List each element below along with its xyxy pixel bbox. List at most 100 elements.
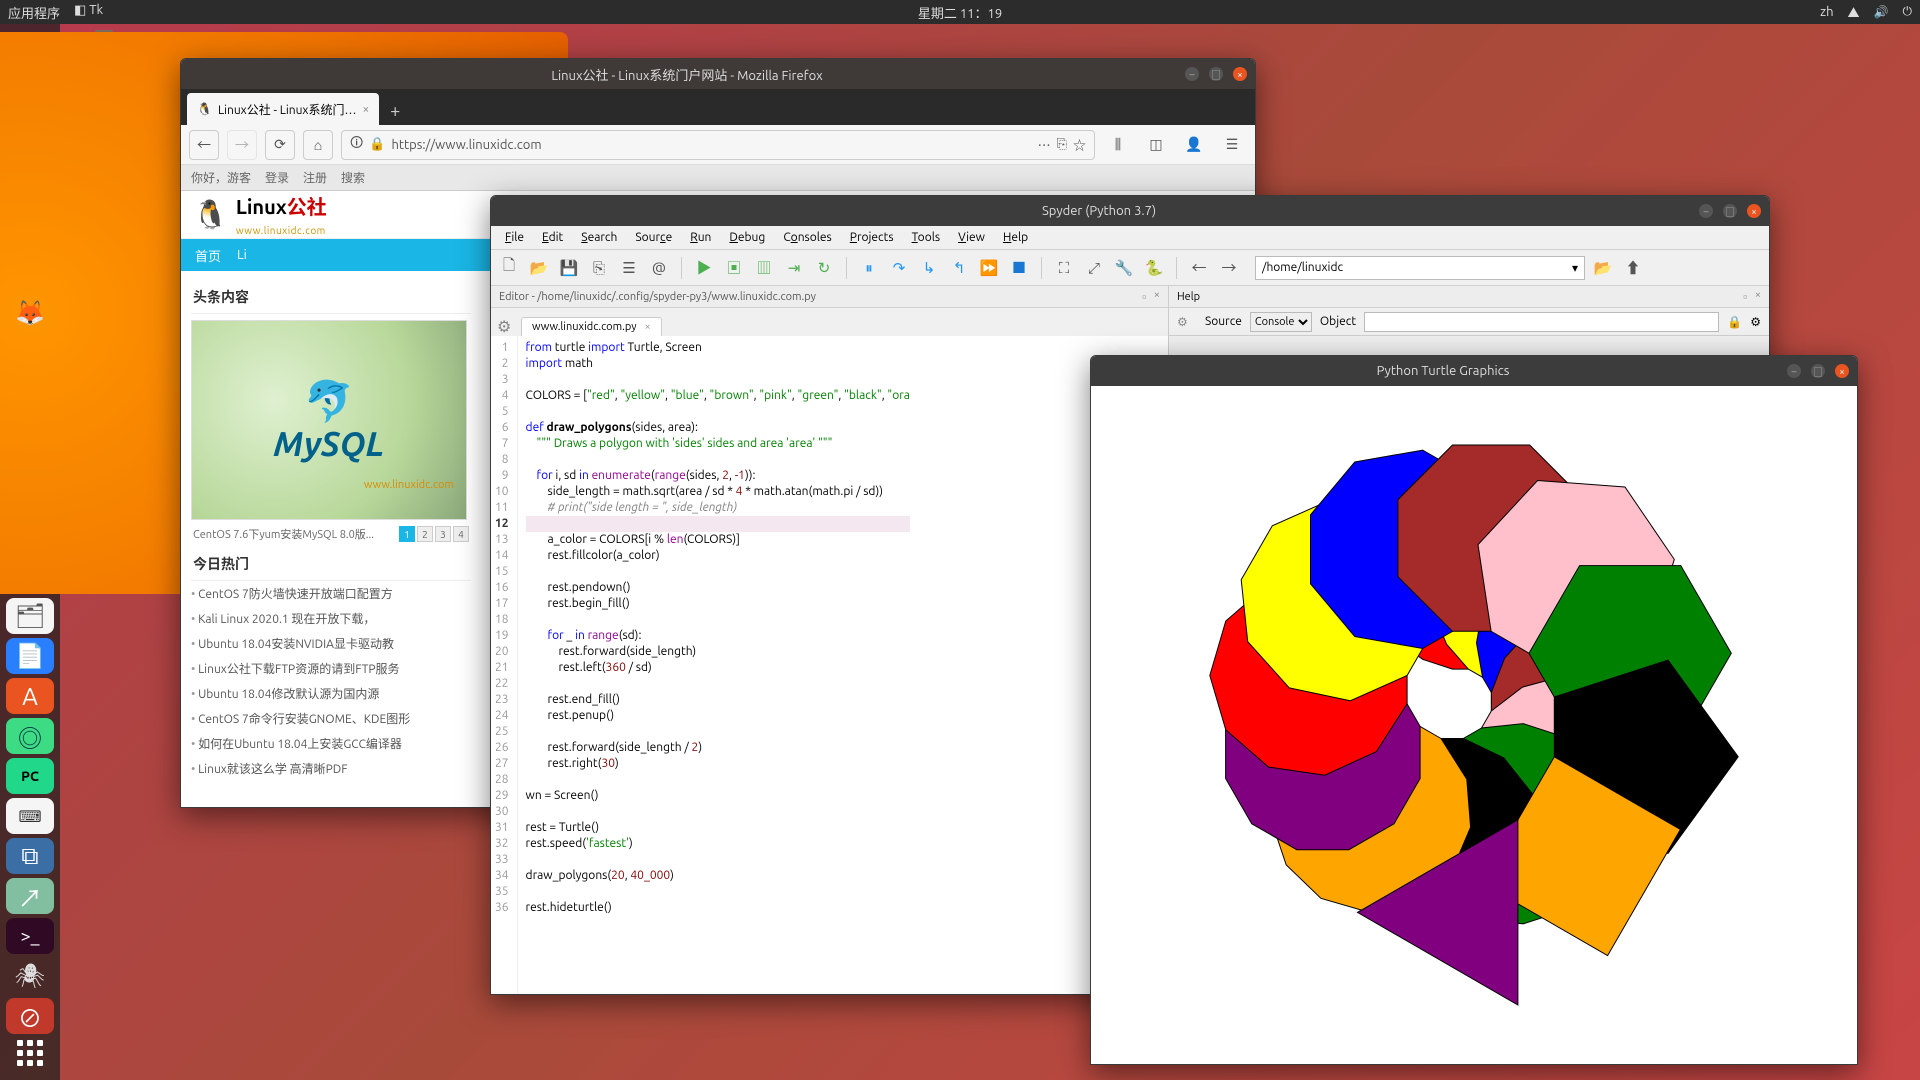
step-over-icon[interactable]: ↷ (887, 256, 911, 280)
menu-icon[interactable]: ☰ (1217, 130, 1247, 160)
maximize-pane-icon[interactable]: ⛶ (1052, 256, 1076, 280)
reload-button[interactable]: ⟳ (265, 130, 295, 160)
close-button[interactable]: × (1233, 67, 1247, 81)
account-icon[interactable]: 👤 (1179, 130, 1209, 160)
save-icon[interactable]: 💾 (557, 256, 581, 280)
hot-link[interactable]: CentOS 7防火墙快速开放端口配置方 (191, 581, 471, 606)
dock-onboard-icon[interactable]: ⌨ (6, 798, 54, 834)
panel-apps[interactable]: 应用程序 (8, 3, 60, 22)
maximize-button[interactable]: □ (1723, 204, 1737, 218)
home-button[interactable]: ⌂ (303, 130, 333, 160)
file-tab-close-icon[interactable]: × (645, 321, 651, 333)
panel-tk-indicator[interactable]: ◧ Tk (74, 3, 103, 22)
menu-file[interactable]: File (497, 229, 532, 246)
run-selection-icon[interactable]: ⇥ (782, 256, 806, 280)
menu-consoles[interactable]: Consoles (775, 229, 839, 246)
minimize-button[interactable]: – (1185, 67, 1199, 81)
dock-screenshot-icon[interactable]: ⧉ (6, 838, 54, 874)
pane-close-icon[interactable]: × (1154, 289, 1160, 305)
hot-link[interactable]: Linux公社下载FTP资源的请到FTP服务 (191, 656, 471, 681)
python-path-icon[interactable]: 🐍 (1142, 256, 1166, 280)
menu-debug[interactable]: Debug (721, 229, 773, 246)
menu-help[interactable]: Help (995, 229, 1036, 246)
library-icon[interactable]: ⫼ (1103, 130, 1133, 160)
parent-dir-icon[interactable]: ⬆ (1621, 256, 1645, 280)
back-button[interactable]: ← (189, 130, 219, 160)
hot-link[interactable]: Ubuntu 18.04安装NVIDIA显卡驱动教 (191, 631, 471, 656)
save-all-icon[interactable]: ⎘ (587, 256, 611, 280)
power-icon[interactable]: ⏻ (1903, 5, 1913, 19)
reader-icon[interactable]: ⎘ (1057, 137, 1067, 152)
new-file-icon[interactable]: 🗋 (497, 256, 521, 280)
maximize-button[interactable]: □ (1811, 364, 1825, 378)
panel-lang[interactable]: zh (1820, 5, 1833, 19)
sec-link[interactable]: 搜索 (341, 169, 365, 186)
code-editor[interactable]: 1234567891011121314151617181920212223242… (491, 336, 1168, 994)
menu-search[interactable]: Search (573, 229, 625, 246)
sound-icon[interactable]: 🔊 (1874, 5, 1889, 19)
turtle-titlebar[interactable]: Python Turtle Graphics – □ × (1091, 356, 1857, 386)
help-gear-icon[interactable]: ⚙ (1750, 315, 1761, 329)
hot-link[interactable]: Kali Linux 2020.1 现在开放下载， (191, 606, 471, 631)
file-tab[interactable]: www.linuxidc.com.py × (521, 317, 662, 336)
run-cell-advance-icon[interactable]: ▥ (752, 256, 776, 280)
menu-projects[interactable]: Projects (842, 229, 902, 246)
forward-button[interactable]: → (227, 130, 257, 160)
firefox-tab[interactable]: 🐧 Linux公社 - Linux系统门… × (187, 93, 379, 125)
dock-terminal-icon[interactable]: >_ (6, 918, 54, 954)
pager-item[interactable]: 1 (399, 526, 415, 542)
panel-clock[interactable]: 星期二 11：19 (918, 3, 1002, 22)
hot-link[interactable]: Linux就该这么学 高清晰PDF (191, 756, 471, 781)
close-button[interactable]: × (1747, 204, 1761, 218)
preferences-icon[interactable]: 🔧 (1112, 256, 1136, 280)
dock-android-studio-icon[interactable]: ◎ (6, 718, 54, 754)
rerun-icon[interactable]: ↻ (812, 256, 836, 280)
page-actions-icon[interactable]: ⋯ (1038, 135, 1051, 154)
sec-link[interactable]: 注册 (303, 169, 327, 186)
minimize-button[interactable]: – (1787, 364, 1801, 378)
pager-item[interactable]: 3 (435, 526, 451, 542)
pager-item[interactable]: 2 (417, 526, 433, 542)
dock-writer-icon[interactable]: 📄 (6, 638, 54, 674)
dock-blocked-icon[interactable]: ⊘ (6, 998, 54, 1034)
fullscreen-icon[interactable]: ⤢ (1082, 256, 1106, 280)
nav-link[interactable]: Li (237, 248, 247, 262)
new-tab-button[interactable]: + (381, 97, 409, 125)
menu-source[interactable]: Source (627, 229, 680, 246)
minimize-button[interactable]: – (1699, 204, 1713, 218)
cwd-back-icon[interactable]: ← (1187, 256, 1211, 280)
dock-files-icon[interactable]: 🗂 (6, 598, 54, 634)
nav-link[interactable]: 首页 (195, 246, 221, 265)
dock-spider-icon[interactable]: 🕷 (6, 958, 54, 994)
bookmark-star-icon[interactable]: ☆ (1073, 135, 1086, 154)
hot-link[interactable]: 如何在Ubuntu 18.04上安装GCC编译器 (191, 731, 471, 756)
sidebar-icon[interactable]: ◫ (1141, 130, 1171, 160)
cwd-input[interactable]: /home/linuxidc▾ (1255, 256, 1585, 280)
menu-view[interactable]: View (950, 229, 993, 246)
firefox-titlebar[interactable]: Linux公社 - Linux系统门户网站 - Mozilla Firefox … (181, 59, 1255, 89)
dock-software-icon[interactable]: A (6, 678, 54, 714)
dock-pycharm-icon[interactable]: PC (6, 758, 54, 794)
hero-caption[interactable]: CentOS 7.6下yum安装MySQL 8.0版... (193, 526, 374, 542)
stop-icon[interactable]: ■ (1007, 256, 1031, 280)
lock-icon[interactable]: 🔒 (1727, 315, 1742, 329)
pager-item[interactable]: 4 (453, 526, 469, 542)
sec-link[interactable]: 登录 (265, 169, 289, 186)
menu-edit[interactable]: Edit (534, 229, 571, 246)
step-in-icon[interactable]: ↳ (917, 256, 941, 280)
run-cell-icon[interactable]: ▣ (722, 256, 746, 280)
network-icon[interactable]: ▲ (1848, 4, 1860, 21)
tab-close-icon[interactable]: × (362, 103, 369, 116)
hot-link[interactable]: Ubuntu 18.04修改默认源为国内源 (191, 681, 471, 706)
run-icon[interactable]: ▶ (692, 256, 716, 280)
debug-icon[interactable]: ⏸ (857, 256, 881, 280)
close-button[interactable]: × (1835, 364, 1849, 378)
menu-run[interactable]: Run (682, 229, 719, 246)
hero-image[interactable]: 🐬 MySQL www.linuxidc.com (191, 320, 467, 520)
hot-link[interactable]: CentOS 7命令行安装GNOME、KDE图形 (191, 706, 471, 731)
editor-options-icon[interactable]: ⚙ (497, 317, 517, 336)
step-out-icon[interactable]: ↰ (947, 256, 971, 280)
maximize-button[interactable]: □ (1209, 67, 1223, 81)
continue-icon[interactable]: ⏩ (977, 256, 1001, 280)
outline-icon[interactable]: ☰ (617, 256, 641, 280)
